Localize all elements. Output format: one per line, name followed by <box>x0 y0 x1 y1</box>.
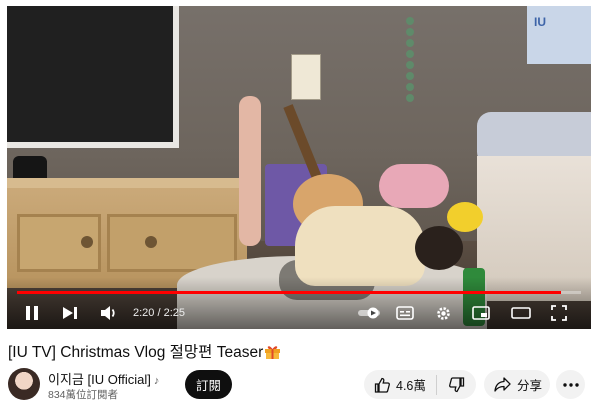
time-display: 2:20 / 2:25 <box>133 307 185 319</box>
subtitles-button[interactable] <box>393 302 417 324</box>
like-count: 4.6萬 <box>396 379 426 393</box>
miniplayer-button[interactable] <box>469 302 493 324</box>
scene-hanging-card <box>291 54 321 100</box>
music-note-icon: ♪ <box>153 375 160 387</box>
theater-mode-button[interactable] <box>509 302 533 324</box>
like-button[interactable]: 4.6萬 <box>364 370 436 399</box>
more-actions-button[interactable] <box>556 370 585 399</box>
fullscreen-button[interactable] <box>547 302 571 324</box>
subtitles-icon <box>396 306 414 320</box>
thumbs-down-icon <box>448 376 464 392</box>
video-title: [IU TV] Christmas Vlog 절망편 Teaser <box>8 340 281 362</box>
player-controls: 2:20 / 2:25 <box>7 298 591 328</box>
share-icon <box>494 377 511 392</box>
volume-icon <box>101 306 115 320</box>
next-icon <box>63 307 77 319</box>
pause-button[interactable] <box>21 302 43 324</box>
scene-giraffe <box>239 96 261 246</box>
channel-name[interactable]: 이지금 [IU Official] ♪ <box>48 369 159 388</box>
thumbs-up-icon <box>374 377 390 393</box>
share-label: 分享 <box>517 379 543 393</box>
share-button[interactable]: 分享 <box>484 370 550 399</box>
dislike-button[interactable] <box>437 370 476 399</box>
subscriber-count: 834萬位訂閱者 <box>48 389 119 401</box>
poster-text: IU <box>534 15 546 29</box>
miniplayer-icon <box>472 306 490 320</box>
gift-icon <box>265 346 281 359</box>
scene-poster: IU <box>527 6 591 64</box>
volume-button[interactable] <box>97 302 121 324</box>
autoplay-toggle[interactable] <box>357 302 381 324</box>
like-dislike-group: 4.6萬 <box>364 370 476 399</box>
channel-avatar[interactable] <box>8 368 40 400</box>
progress-fill <box>17 291 562 294</box>
scene-tv <box>7 6 179 148</box>
channel-name-text: 이지금 [IU Official] <box>48 372 151 387</box>
video-title-text: [IU TV] Christmas Vlog 절망편 Teaser <box>8 344 264 361</box>
video-player[interactable]: IU 2:20 / 2:25 <box>7 6 591 329</box>
theater-icon <box>511 307 531 319</box>
scene-duck <box>447 202 483 232</box>
scene-plush <box>379 164 449 208</box>
pause-icon <box>26 306 38 320</box>
gear-icon <box>436 306 450 320</box>
subscribe-button[interactable]: 訂閱 <box>185 370 232 399</box>
fullscreen-icon <box>551 305 567 321</box>
autoplay-icon <box>358 307 380 319</box>
scene-person <box>295 206 425 286</box>
progress-bar[interactable] <box>17 291 581 294</box>
next-button[interactable] <box>59 302 81 324</box>
current-time: 2:20 <box>133 307 155 319</box>
duration: 2:25 <box>163 307 186 319</box>
settings-button[interactable] <box>431 302 455 324</box>
more-horizontal-icon <box>562 382 579 387</box>
scene-person-head <box>415 226 463 270</box>
time-separator: / <box>154 307 164 319</box>
scene-vines <box>393 14 427 114</box>
